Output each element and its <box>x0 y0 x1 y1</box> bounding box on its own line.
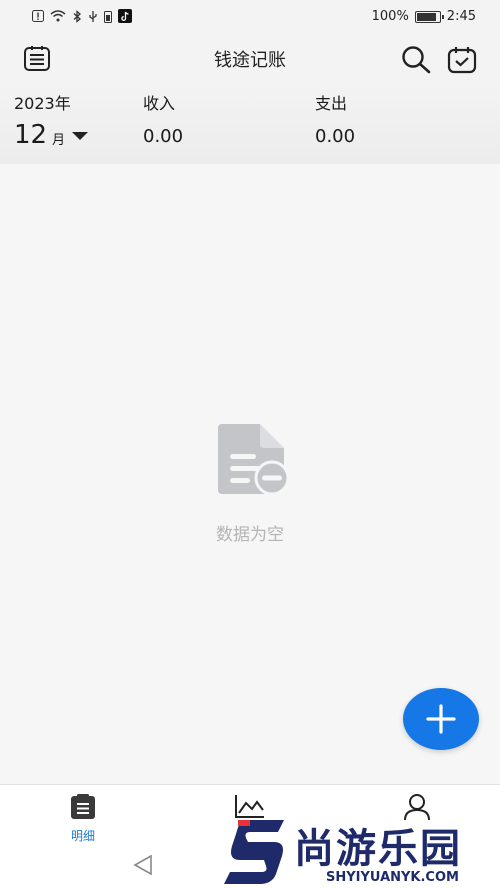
search-icon <box>402 46 431 74</box>
year-label: 2023年 <box>14 94 71 113</box>
watermark-s-logo-icon <box>224 820 284 884</box>
calendar-button[interactable] <box>446 44 478 76</box>
tab-details[interactable]: 明细 <box>53 791 113 843</box>
empty-document-icon <box>210 418 294 502</box>
month-unit[interactable]: 月 <box>52 129 65 148</box>
month-summary: 2023年 12 月 收入 0.00 支出 0.00 <box>0 84 500 164</box>
expense-value: 0.00 <box>315 126 356 147</box>
bluetooth-icon <box>73 9 81 23</box>
list-icon <box>71 794 95 819</box>
status-bar: 100% 2:45 <box>0 0 500 34</box>
status-icons-right: 100% 2:45 <box>372 9 476 24</box>
usb-icon <box>89 10 97 22</box>
plus-icon <box>426 704 456 734</box>
site-watermark: 尚游乐园 SHYIYUANYK.COM <box>222 812 500 888</box>
wifi-icon <box>50 10 66 22</box>
expense-label: 支出 <box>315 94 348 113</box>
income-value: 0.00 <box>143 126 184 147</box>
tab-details-label: 明细 <box>70 829 95 843</box>
calendar-check-icon <box>447 47 477 74</box>
tiktok-icon <box>118 9 132 23</box>
add-record-button[interactable] <box>403 688 479 750</box>
status-icons-left <box>32 9 132 23</box>
alert-icon <box>32 10 44 22</box>
watermark-text: 尚游乐园 <box>294 826 462 872</box>
empty-state-text: 数据为空 <box>216 525 284 545</box>
clock: 2:45 <box>446 9 476 24</box>
app-header: 钱途记账 <box>0 34 500 84</box>
battery-icon <box>414 10 444 23</box>
caret-down-icon[interactable] <box>72 132 88 140</box>
income-label: 收入 <box>143 94 176 113</box>
battery-percentage: 100% <box>371 9 409 24</box>
watermark-subtext: SHYIYUANYK.COM <box>326 870 459 885</box>
back-triangle-icon[interactable] <box>132 854 154 876</box>
battery-saver-icon <box>104 10 112 23</box>
month-selector[interactable]: 12 <box>14 120 47 150</box>
search-button[interactable] <box>400 44 432 76</box>
